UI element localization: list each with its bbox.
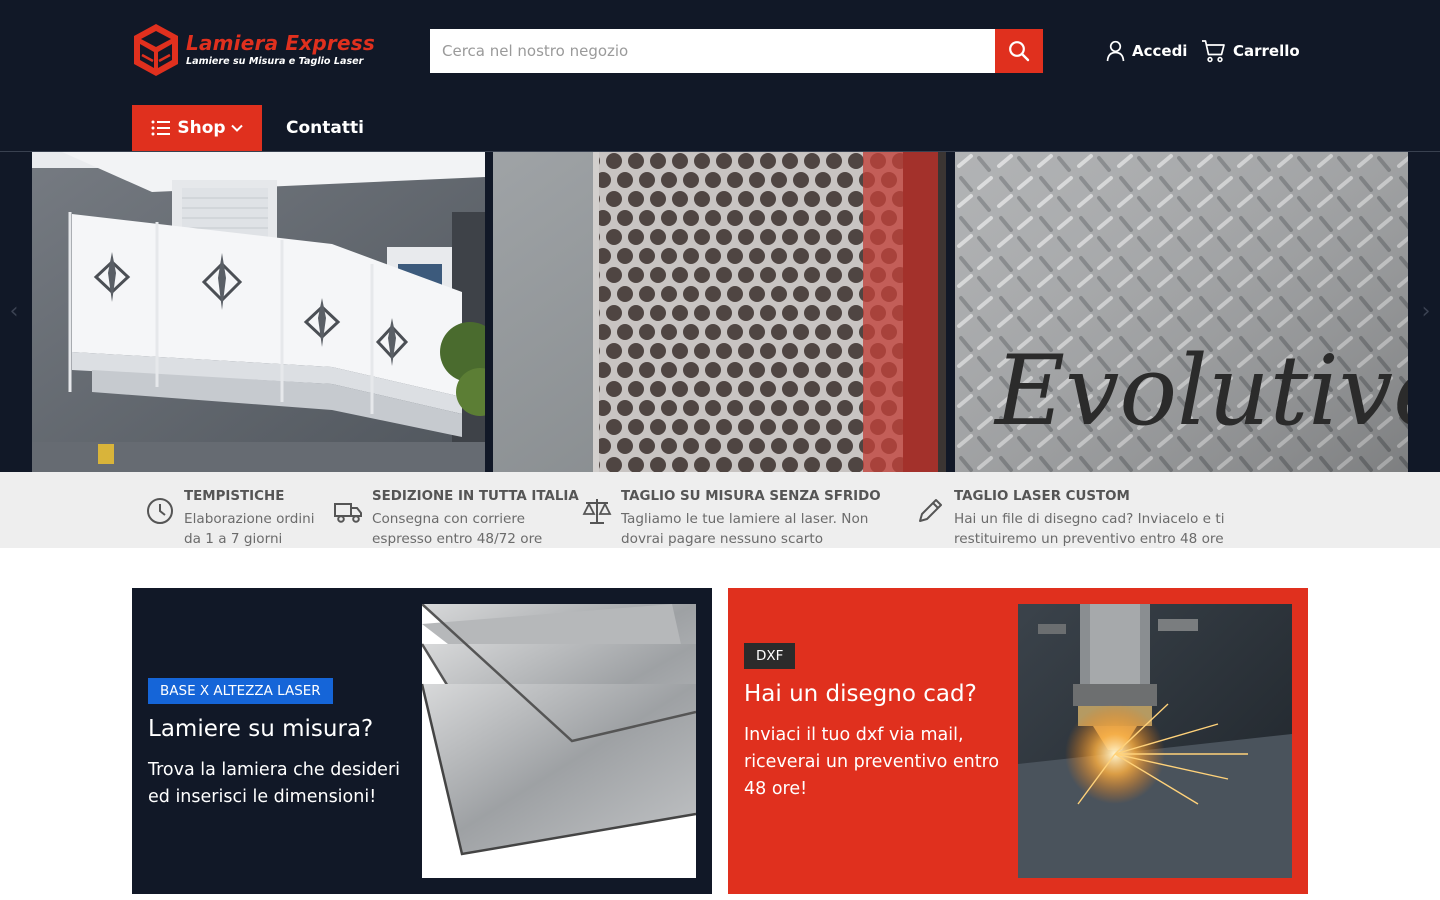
feature-title: TEMPISTICHE [184,489,285,504]
logo-title: Lamiera Express [186,31,375,55]
carousel-next-icon[interactable]: › [1416,300,1436,324]
cart-label: Carrello [1233,42,1300,60]
shop-label: Shop [177,118,226,138]
perforated-sheet-image [493,152,946,472]
contact-link[interactable]: Contatti [286,105,364,151]
search-button[interactable] [995,29,1043,73]
promo-badge: BASE X ALTEZZA LASER [148,678,333,704]
chevron-down-icon [230,124,243,132]
pencil-icon [919,499,942,522]
checker-plate-image: Evolutive [955,152,1408,472]
feature-tempistiche: TEMPISTICHE Elaborazione ordini da 1 a 7… [145,480,325,547]
account-label: Accedi [1132,42,1188,60]
search-icon [1009,41,1030,62]
balcony-image [32,152,485,472]
feature-title: TAGLIO SU MISURA SENZA SFRIDO [621,489,881,504]
user-icon [1106,40,1125,62]
slide-lettering: Evolutive [993,335,1408,447]
feature-text: Consegna con corriere espresso entro 48/… [372,511,543,547]
list-icon [151,120,171,136]
truck-icon [334,503,362,523]
promo-lamiere-su-misura[interactable]: BASE X ALTEZZA LASER Lamiere su misura? … [132,588,712,894]
promo-disegno-cad[interactable]: DXF Hai un disegno cad? Inviaci il tuo d… [728,588,1308,894]
logo-tagline: Lamiere su Misura e Taglio Laser [186,56,364,67]
feature-text: Elaborazione ordini da 1 a 7 giorni [184,511,315,547]
feature-spedizione: SEDIZIONE IN TUTTA ITALIA Consegna con c… [333,480,579,547]
search-input[interactable] [430,29,995,73]
shop-menu-button[interactable]: Shop [132,105,262,151]
promo-badge: DXF [744,643,796,669]
cart-icon [1202,40,1225,63]
site-header: Lamiera Express Lamiere su Misura e Tagl… [0,0,1440,152]
feature-title: SEDIZIONE IN TUTTA ITALIA [372,489,579,504]
cart-link[interactable]: Carrello [1201,38,1300,64]
feature-title: TAGLIO LASER CUSTOM [954,489,1130,504]
account-link[interactable]: Accedi [1106,38,1187,64]
features-bar: TEMPISTICHE Elaborazione ordini da 1 a 7… [0,472,1440,548]
promo-text: Trova la lamiera che desideri ed inseris… [148,760,400,807]
laser-cutter-image [1018,604,1292,878]
feature-taglio-laser-custom: TAGLIO LASER CUSTOM Hai un file di diseg… [915,480,1245,547]
slide-checker-plate[interactable]: Evolutive [955,152,1408,472]
feature-text: Hai un file di disegno cad? Inviacelo e … [954,511,1225,547]
carousel-prev-icon[interactable]: ‹ [4,300,24,324]
slide-perforated[interactable] [493,152,946,472]
slide-balcony[interactable] [32,152,485,472]
clock-icon [147,498,173,524]
promo-text: Inviaci il tuo dxf via mail, riceverai u… [744,725,1000,799]
promo-title: Hai un disegno cad? [744,681,977,707]
logo[interactable]: Lamiera Express Lamiere su Misura e Tagl… [132,22,382,80]
hero-carousel[interactable]: ‹ › Evolutive [0,152,1440,472]
search-bar [430,29,1043,73]
feature-text: Tagliamo le tue lamiere al laser. Non do… [621,511,869,547]
feature-taglio-su-misura: TAGLIO SU MISURA SENZA SFRIDO Tagliamo l… [582,480,892,547]
logo-cube-icon [134,24,178,76]
sheets-image [422,604,696,878]
scale-icon [582,499,612,524]
promo-title: Lamiere su misura? [148,716,374,742]
